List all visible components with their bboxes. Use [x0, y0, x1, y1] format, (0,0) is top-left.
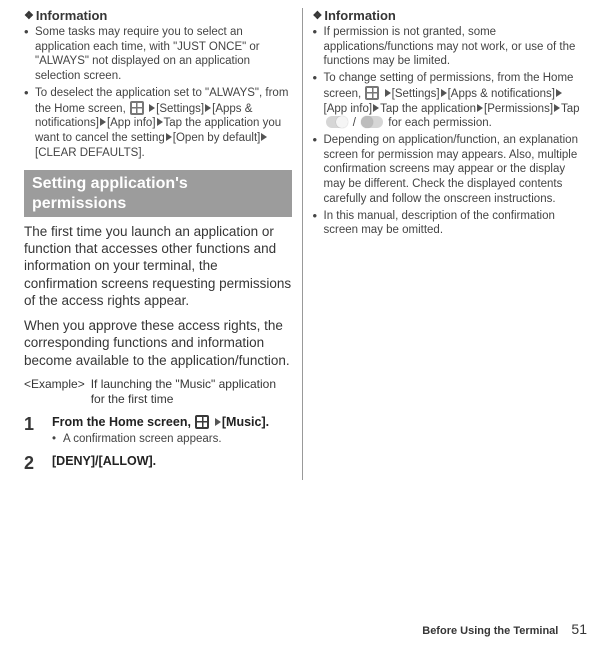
section-heading: Setting application's permissions [24, 170, 292, 216]
example-text: If launching the "Music" application for… [91, 377, 292, 408]
chevron-right-icon [149, 104, 155, 112]
chevron-right-icon [385, 89, 391, 97]
info-item: In this manual, description of the confi… [313, 209, 582, 238]
apps-grid-icon [130, 101, 144, 115]
chevron-right-icon [205, 104, 211, 112]
chevron-right-icon [166, 133, 172, 141]
step-2: 2 [DENY]/[ALLOW]. [24, 453, 292, 474]
footer-page-number: 51 [571, 621, 587, 637]
step-note: A confirmation screen appears. [52, 432, 269, 447]
diamond-icon: ❖ [313, 9, 323, 22]
info-item: To change setting of permissions, from t… [313, 71, 582, 131]
body-paragraph: When you approve these access rights, th… [24, 317, 292, 369]
toggle-off-icon [361, 116, 383, 128]
apps-grid-icon [365, 86, 379, 100]
apps-grid-icon [195, 415, 209, 429]
info-item: To deselect the application set to "ALWA… [24, 86, 292, 161]
info-heading-right-text: Information [324, 8, 396, 23]
chevron-right-icon [157, 118, 163, 126]
info-item: Depending on application/function, an ex… [313, 133, 582, 207]
step-number: 2 [24, 453, 52, 474]
chevron-right-icon [441, 89, 447, 97]
info-list-right: If permission is not granted, some appli… [313, 25, 582, 238]
footer-section: Before Using the Terminal [422, 625, 558, 637]
chevron-right-icon [477, 104, 483, 112]
chevron-right-icon [100, 118, 106, 126]
body-paragraph: The first time you launch an application… [24, 223, 292, 309]
info-heading-left-text: Information [36, 8, 108, 23]
info-item: If permission is not granted, some appli… [313, 25, 582, 69]
step-title: From the Home screen, [Music]. [52, 414, 269, 430]
info-heading-left: ❖Information [24, 8, 292, 23]
step-title: [DENY]/[ALLOW]. [52, 453, 156, 469]
example-label: <Example> [24, 377, 85, 408]
info-heading-right: ❖Information [313, 8, 582, 23]
chevron-right-icon [261, 133, 267, 141]
chevron-right-icon [556, 89, 562, 97]
chevron-right-icon [373, 104, 379, 112]
info-list-left: Some tasks may require you to select an … [24, 25, 292, 160]
chevron-right-icon [215, 418, 221, 426]
page-footer: Before Using the Terminal 51 [422, 621, 587, 637]
example-row: <Example> If launching the "Music" appli… [24, 377, 292, 408]
step-number: 1 [24, 414, 52, 447]
chevron-right-icon [554, 104, 560, 112]
diamond-icon: ❖ [24, 9, 34, 22]
toggle-on-icon [326, 116, 348, 128]
step-1: 1 From the Home screen, [Music]. A confi… [24, 414, 292, 447]
info-item: Some tasks may require you to select an … [24, 25, 292, 84]
